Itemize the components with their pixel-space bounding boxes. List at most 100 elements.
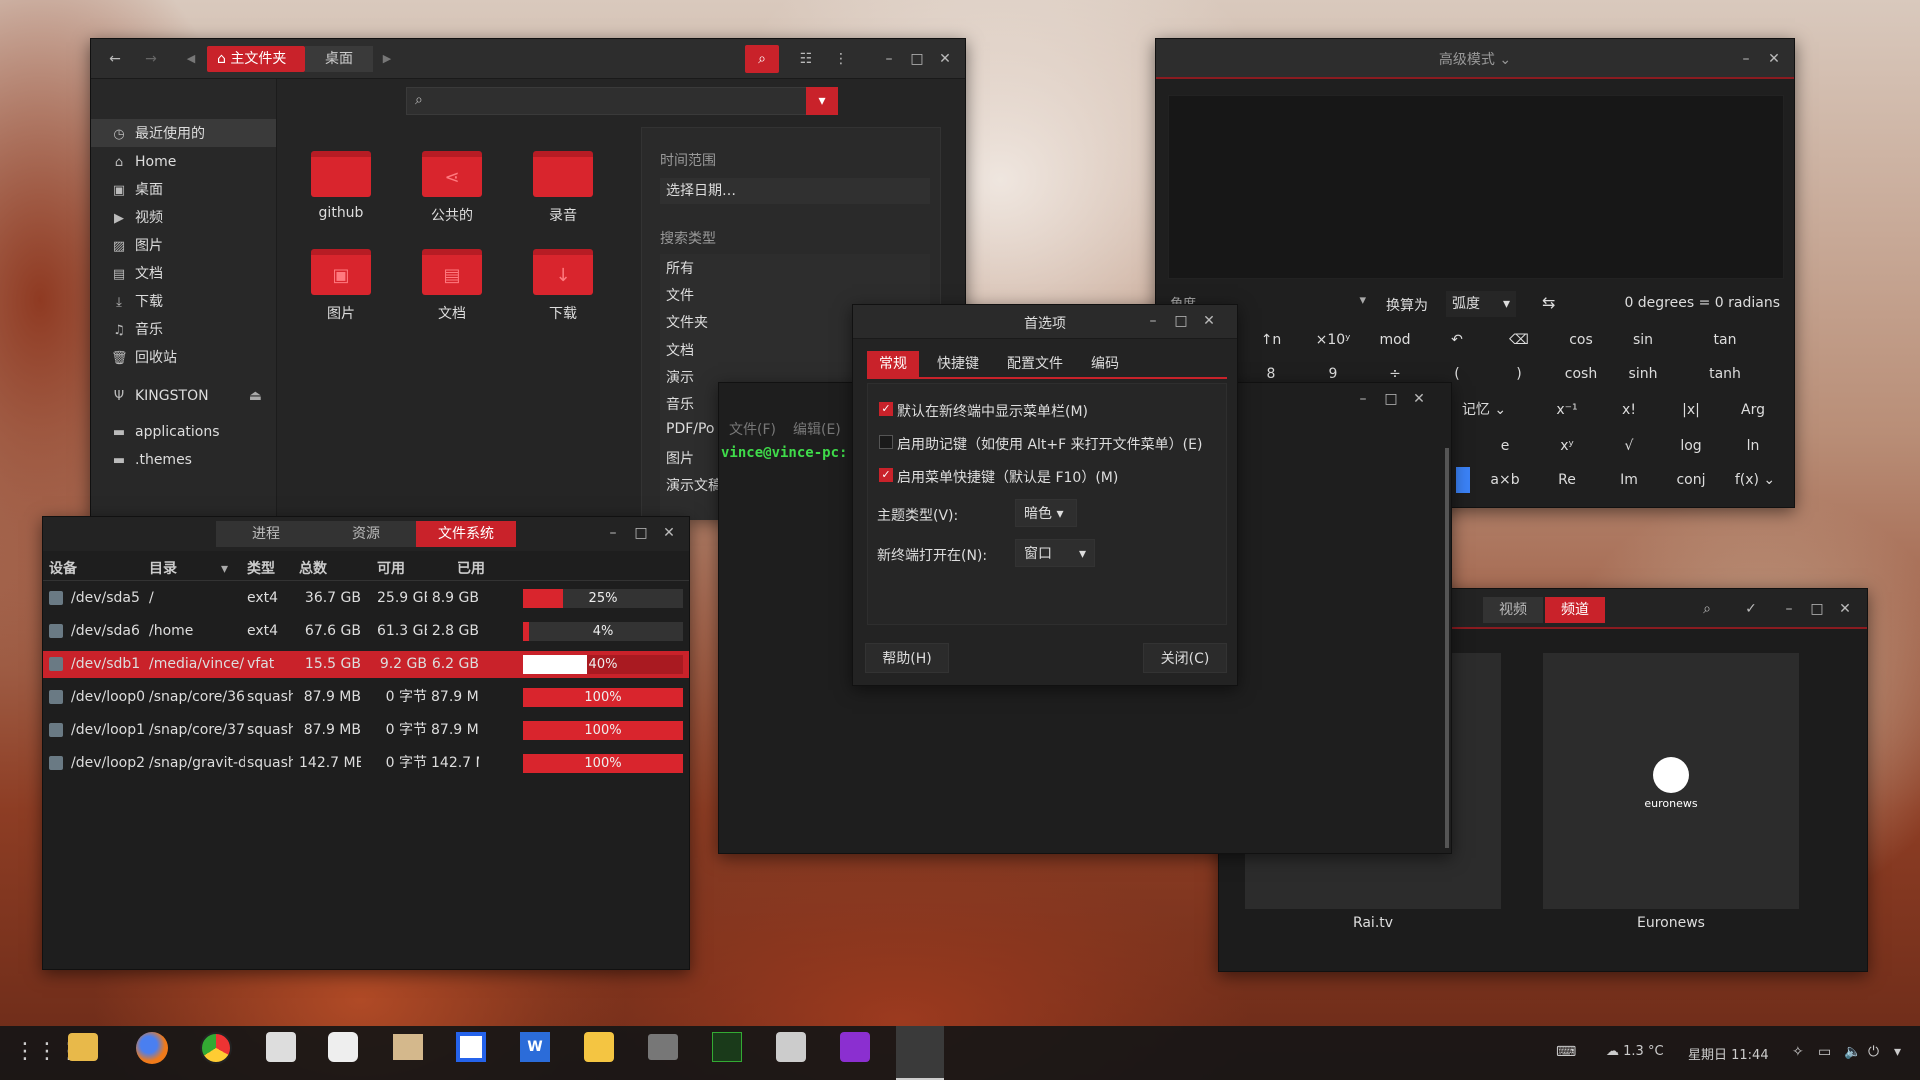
tab-channels[interactable]: 频道: [1545, 597, 1605, 623]
column-header[interactable]: 设备: [49, 557, 77, 581]
breadcrumb-right-icon[interactable]: ▶: [377, 49, 397, 69]
files-app-icon[interactable]: [68, 1033, 98, 1061]
memory-dropdown[interactable]: 记忆 ⌄: [1446, 397, 1522, 423]
maximize-icon[interactable]: □: [907, 49, 927, 69]
sidebar-item-desktop[interactable]: ▣ 桌面: [111, 177, 163, 203]
table-row[interactable]: /dev/loop0/snap/core/36 squash 87.9 MB 0 字节…: [43, 684, 689, 711]
calculator-app-icon[interactable]: [776, 1032, 806, 1062]
sidebar-item-pictures[interactable]: ▨ 图片: [111, 233, 163, 259]
search-type-item[interactable]: 演示: [666, 367, 694, 387]
folder-item[interactable]: ▣ 图片: [301, 249, 381, 323]
calc-key[interactable]: ln: [1725, 433, 1781, 459]
search-button[interactable]: ⌕: [745, 45, 779, 73]
sidebar-item-downloads[interactable]: ⤓ 下载: [111, 289, 163, 315]
video-app-icon[interactable]: [840, 1032, 870, 1062]
calc-key[interactable]: ↶: [1429, 327, 1485, 353]
tab-profiles[interactable]: 配置文件: [995, 351, 1075, 377]
close-button[interactable]: 关闭(C): [1143, 643, 1227, 673]
column-header[interactable]: 已用: [457, 557, 485, 581]
tab-processes[interactable]: 进程: [216, 521, 316, 547]
network-icon[interactable]: ✧: [1792, 1044, 1804, 1060]
display-icon[interactable]: ▭: [1818, 1044, 1831, 1060]
calc-key[interactable]: tanh: [1697, 361, 1753, 387]
menu-icon[interactable]: ⋮: [831, 49, 851, 69]
minimize-icon[interactable]: –: [1353, 389, 1373, 409]
maximize-icon[interactable]: □: [1171, 311, 1191, 331]
calc-mode-selector[interactable]: 高级模式 ⌄: [1156, 49, 1794, 69]
close-icon[interactable]: ✕: [1409, 389, 1429, 409]
back-icon[interactable]: ←: [105, 49, 125, 69]
search-type-item[interactable]: 所有: [666, 258, 694, 278]
sort-desc-icon[interactable]: ▾: [221, 557, 228, 581]
calc-key[interactable]: mod: [1367, 327, 1423, 353]
calc-key[interactable]: ×10ʸ: [1305, 327, 1361, 353]
sidebar-item-trash[interactable]: 🗑 回收站: [111, 345, 177, 371]
calc-accent-key[interactable]: [1456, 467, 1470, 493]
view-toggle-icon[interactable]: ☷: [796, 49, 816, 69]
table-row[interactable]: /dev/loop2/snap/gravit-d squash 142.7 MB 0 …: [43, 750, 689, 777]
menu-edit[interactable]: 编辑(E): [793, 419, 841, 439]
breadcrumb-left-icon[interactable]: ◀: [181, 49, 201, 69]
calc-key[interactable]: a×b: [1477, 467, 1533, 493]
search-type-item[interactable]: 音乐: [666, 394, 694, 414]
terminal-scrollbar[interactable]: [1445, 448, 1449, 848]
sidebar-item-documents[interactable]: ▤ 文档: [111, 261, 163, 287]
maximize-icon[interactable]: □: [1807, 599, 1827, 619]
calc-key[interactable]: tan: [1697, 327, 1753, 353]
close-icon[interactable]: ✕: [935, 49, 955, 69]
search-icon[interactable]: ⌕: [1697, 599, 1717, 619]
calc-key[interactable]: Im: [1601, 467, 1657, 493]
firefox-icon[interactable]: [136, 1032, 168, 1064]
folder-item[interactable]: ⋖ 公共的: [412, 151, 492, 225]
open-in-dropdown[interactable]: 窗口 ▾: [1015, 539, 1095, 567]
check-icon[interactable]: ✓: [1741, 599, 1761, 619]
tray-menu-icon[interactable]: ▾: [1894, 1044, 1901, 1060]
keyboard-icon[interactable]: ⌨: [1556, 1044, 1576, 1060]
column-header[interactable]: 目录: [149, 557, 177, 581]
mail-icon[interactable]: [648, 1034, 678, 1060]
sidebar-item-recent[interactable]: ◷ 最近使用的: [111, 121, 205, 147]
weather-widget[interactable]: ☁ 1.3 °C: [1606, 1044, 1664, 1059]
power-icon[interactable]: ⏻: [1868, 1044, 1879, 1060]
time-range-select[interactable]: 选择日期…: [660, 178, 930, 204]
calc-key[interactable]: Re: [1539, 467, 1595, 493]
settings-app-icon[interactable]: [328, 1032, 358, 1062]
table-row[interactable]: /dev/sda5 / ext4 36.7 GB 25.9 GB8.9 GB 25%: [43, 585, 689, 612]
calc-key[interactable]: x!: [1601, 397, 1657, 423]
word-icon[interactable]: W: [520, 1032, 550, 1062]
clock[interactable]: 星期日 11:44: [1688, 1044, 1769, 1063]
maximize-icon[interactable]: □: [1381, 389, 1401, 409]
search-type-item[interactable]: PDF/Po: [666, 421, 715, 437]
terminal-app-icon[interactable]: [896, 1026, 944, 1080]
volume-icon[interactable]: 🔈: [1844, 1044, 1861, 1060]
sidebar-item-themes[interactable]: ▬ .themes: [111, 447, 192, 473]
sidebar-item-home[interactable]: ⌂ Home: [111, 149, 176, 175]
calc-key[interactable]: ⌫: [1491, 327, 1547, 353]
search-input[interactable]: ⌕: [406, 87, 810, 115]
tab-general[interactable]: 常规: [867, 351, 919, 377]
search-type-item[interactable]: 文件夹: [666, 312, 708, 332]
calc-key[interactable]: |x|: [1663, 397, 1719, 423]
tab-encoding[interactable]: 编码: [1079, 351, 1131, 377]
calc-key[interactable]: ): [1491, 361, 1547, 387]
calc-key[interactable]: sinh: [1615, 361, 1671, 387]
table-row[interactable]: /dev/loop1/snap/core/37 squash 87.9 MB 0 字节…: [43, 717, 689, 744]
close-icon[interactable]: ✕: [1835, 599, 1855, 619]
maximize-icon[interactable]: □: [631, 523, 651, 543]
chrome-icon[interactable]: [200, 1032, 232, 1064]
search-type-item[interactable]: 文档: [666, 340, 694, 360]
close-icon[interactable]: ✕: [1199, 311, 1219, 331]
sidebar-item-videos[interactable]: ▶ 视频: [111, 205, 163, 231]
swap-icon[interactable]: ⇆: [1542, 293, 1555, 312]
checkbox-show-menubar[interactable]: ✓ 默认在新终端中显示菜单栏(M): [879, 401, 1088, 421]
forward-icon[interactable]: →: [141, 49, 161, 69]
close-icon[interactable]: ✕: [1764, 49, 1784, 69]
function-dropdown[interactable]: f(x) ⌄: [1725, 467, 1785, 493]
folder-item[interactable]: ▤ 文档: [412, 249, 492, 323]
tab-filesystems[interactable]: 文件系统: [416, 521, 516, 547]
archive-icon[interactable]: [393, 1034, 423, 1060]
calc-key[interactable]: ↑n: [1243, 327, 1299, 353]
minimize-icon[interactable]: –: [1736, 49, 1756, 69]
column-header[interactable]: 类型: [247, 557, 275, 581]
calc-key[interactable]: conj: [1663, 467, 1719, 493]
